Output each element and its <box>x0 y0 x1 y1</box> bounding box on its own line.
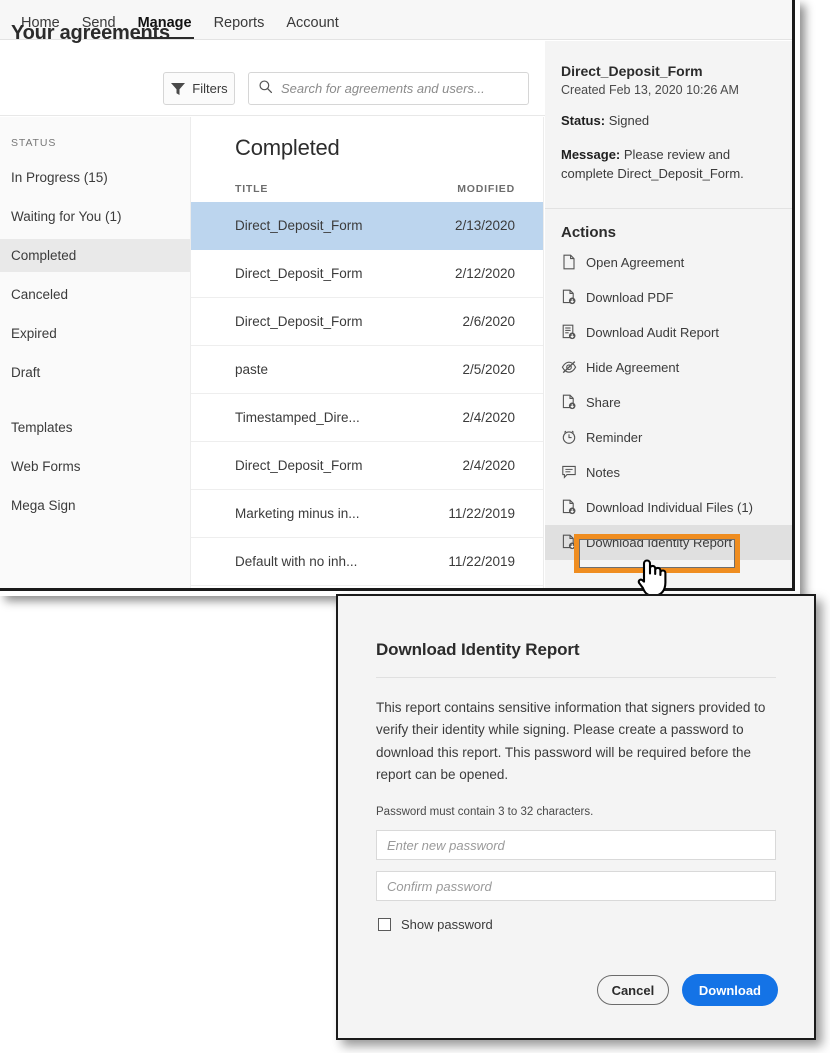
search-icon <box>258 79 273 99</box>
filters-label: Filters <box>192 81 228 96</box>
action-label: Share <box>586 394 621 410</box>
detail-message: Message: Please review and complete Dire… <box>545 131 792 184</box>
app-window: Home Send Manage Reports Account Your ag… <box>0 0 795 591</box>
new-password-field[interactable] <box>376 830 776 861</box>
agreement-detail-panel: Direct_Deposit_Form Created Feb 13, 2020… <box>545 41 792 588</box>
sidebar-item-draft[interactable]: Draft <box>0 356 190 389</box>
action-download-pdf[interactable]: Download PDF <box>545 280 792 315</box>
row-title: paste <box>235 362 269 377</box>
table-row[interactable]: Direct_Deposit_Form 2/12/2020 <box>191 250 543 298</box>
show-password-checkbox[interactable] <box>378 918 391 932</box>
sidebar-item-expired[interactable]: Expired <box>0 317 190 350</box>
share-download-icon <box>561 394 577 410</box>
search-input[interactable]: Search for agreements and users... <box>248 72 529 105</box>
search-placeholder: Search for agreements and users... <box>281 81 485 96</box>
row-title: Marketing minus in... <box>235 506 360 521</box>
detail-created-timestamp: Created Feb 13, 2020 10:26 AM <box>561 83 739 97</box>
column-header-modified: MODIFIED <box>457 183 515 195</box>
row-title: Timestamped_Dire... <box>235 410 360 425</box>
column-header-title: TITLE <box>235 183 269 195</box>
confirm-password-field[interactable] <box>376 871 776 902</box>
sidebar-item-templates[interactable]: Templates <box>0 411 190 444</box>
pdf-download-icon <box>561 289 577 305</box>
table-row[interactable]: Timestamped_Dire... 2/4/2020 <box>191 394 543 442</box>
action-notes[interactable]: Notes <box>545 455 792 490</box>
row-modified: 2/4/2020 <box>462 410 515 425</box>
download-button[interactable]: Download <box>681 974 778 1006</box>
action-label: Download PDF <box>586 289 674 305</box>
sidebar-divider-gap <box>0 395 190 411</box>
funnel-icon <box>170 81 186 97</box>
sidebar-item-mega-sign[interactable]: Mega Sign <box>0 489 190 522</box>
action-reminder[interactable]: Reminder <box>545 420 792 455</box>
table-row[interactable]: paste 2/5/2020 <box>191 346 543 394</box>
detail-status-label: Status: <box>561 113 606 128</box>
modal-title: Download Identity Report <box>376 640 580 659</box>
action-share[interactable]: Share <box>545 385 792 420</box>
eye-slash-icon <box>561 359 577 375</box>
sidebar: STATUS In Progress (15) Waiting for You … <box>0 117 191 588</box>
clock-alarm-icon <box>561 429 577 445</box>
row-modified: 2/6/2020 <box>462 314 515 329</box>
action-label: Download Identity Report <box>586 534 732 550</box>
download-identity-report-dialog: Download Identity Report This report con… <box>336 594 816 1040</box>
cancel-button[interactable]: Cancel <box>596 975 669 1005</box>
file-download-icon <box>561 534 577 550</box>
detail-message-label: Message: <box>561 146 621 162</box>
sidebar-heading-status: STATUS <box>11 137 57 149</box>
modal-footer: Cancel Download <box>596 974 778 1006</box>
table-row[interactable]: Marketing minus in... 11/22/2019 <box>191 490 543 538</box>
modal-password-hint: Password must contain 3 to 32 characters… <box>376 806 594 819</box>
agreements-list-pane: Completed TITLE MODIFIED Direct_Deposit_… <box>191 117 544 588</box>
document-icon <box>561 254 577 270</box>
row-title: Direct_Deposit_Form <box>235 314 363 329</box>
action-label: Reminder <box>586 429 643 445</box>
row-modified: 2/13/2020 <box>454 218 515 233</box>
detail-status: Status: Signed <box>545 97 792 131</box>
action-hide-agreement[interactable]: Hide Agreement <box>545 350 792 385</box>
modal-description: This report contains sensitive informati… <box>376 700 766 782</box>
row-modified: 2/12/2020 <box>454 266 515 281</box>
sidebar-item-canceled[interactable]: Canceled <box>0 278 190 311</box>
detail-agreement-title: Direct_Deposit_Form <box>561 63 703 79</box>
action-label: Notes <box>586 464 620 480</box>
actions-heading: Actions <box>561 223 617 241</box>
action-label: Hide Agreement <box>586 359 680 375</box>
nav-item-reports[interactable]: Reports <box>203 15 276 40</box>
row-title: Direct_Deposit_Form <box>235 266 363 281</box>
status-badge: Signed <box>608 113 650 128</box>
show-password-label: Show password <box>401 917 493 933</box>
sidebar-item-completed[interactable]: Completed <box>0 239 190 272</box>
filters-button[interactable]: Filters <box>163 72 235 105</box>
action-download-individual-files[interactable]: Download Individual Files (1) <box>545 490 792 525</box>
nav-item-account[interactable]: Account <box>275 15 349 40</box>
action-label: Open Agreement <box>586 254 685 270</box>
row-title: Direct_Deposit_Form <box>235 458 363 473</box>
sidebar-item-web-forms[interactable]: Web Forms <box>0 450 190 483</box>
table-row[interactable]: Default with no inh... 11/22/2019 <box>191 538 543 586</box>
row-modified: 2/4/2020 <box>462 458 515 473</box>
sidebar-item-waiting-for-you[interactable]: Waiting for You (1) <box>0 200 190 233</box>
table-row[interactable]: Direct_Deposit_Form 2/4/2020 <box>191 442 543 490</box>
table-row[interactable]: Direct_Deposit_Form 2/6/2020 <box>191 298 543 346</box>
list-title: Completed <box>235 135 340 160</box>
note-icon <box>561 464 577 480</box>
row-title: Default with no inh... <box>235 554 358 569</box>
action-label: Download Individual Files (1) <box>586 499 753 515</box>
table-row[interactable]: Direct_Deposit_Form 2/13/2020 <box>191 202 543 250</box>
file-download-icon <box>561 499 577 515</box>
sidebar-item-in-progress[interactable]: In Progress (15) <box>0 161 190 194</box>
row-title: Direct_Deposit_Form <box>235 218 363 233</box>
action-download-identity-report[interactable]: Download Identity Report <box>545 524 792 560</box>
action-label: Download Audit Report <box>586 324 719 340</box>
action-open-agreement[interactable]: Open Agreement <box>545 245 792 280</box>
list-column-headers: TITLE MODIFIED <box>191 161 543 202</box>
audit-report-download-icon <box>561 324 577 340</box>
show-password-checkbox-row[interactable]: Show password <box>338 901 814 932</box>
row-modified: 11/22/2019 <box>448 554 515 569</box>
row-modified: 2/5/2020 <box>462 362 515 377</box>
action-download-audit-report[interactable]: Download Audit Report <box>545 315 792 350</box>
page-title: Your agreements <box>11 22 170 44</box>
row-modified: 11/22/2019 <box>448 506 515 521</box>
